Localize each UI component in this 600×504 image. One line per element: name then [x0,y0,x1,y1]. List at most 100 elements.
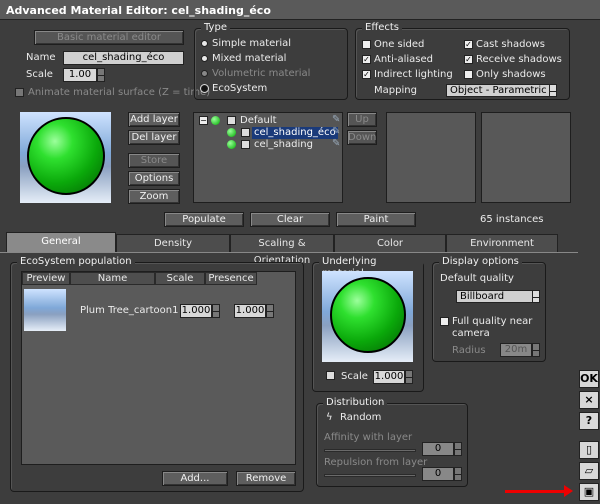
preview-panel-1 [386,112,476,203]
cancel-button[interactable]: × [579,391,599,409]
store-button[interactable]: Store [128,153,180,168]
one-sided-label: One sided [374,39,425,50]
eco-layer-type-icon [241,128,250,137]
eco-row-presence[interactable]: 1.000 [234,304,266,318]
distribution-mode[interactable]: Random [340,412,381,424]
default-quality-label: Default quality [440,273,514,284]
plum-tree-thumbnail[interactable] [24,289,66,331]
tab-density[interactable]: Density [116,234,230,252]
instances-count: 65 instances [480,214,544,225]
scale-label: Scale [26,69,53,80]
full-quality-label: Full quality near camera [452,316,533,339]
affinity-slider[interactable] [324,449,416,452]
quality-select[interactable]: Billboard [456,290,540,303]
eco-population-title: EcoSystem population [17,256,135,268]
repulsion-spinner[interactable] [454,467,462,481]
repulsion-label: Repulsion from layer [324,457,428,468]
radio-simple[interactable] [201,40,208,47]
red-arrow-annotation [505,485,573,497]
layer-type-icon [227,116,236,125]
tab-environment[interactable]: Environment [446,234,558,252]
eco-row-name[interactable]: Plum Tree_cartoon1 [80,305,179,317]
options-button[interactable]: Options [128,171,180,186]
open-folder-icon[interactable]: ▱ [579,462,599,480]
mapping-select[interactable]: Object - Parametric [446,84,552,97]
tab-scaling-orientation[interactable]: Scaling & Orientation [230,234,334,266]
type-option-mixed[interactable]: Mixed material [212,53,286,65]
remove-population-button[interactable]: Remove [236,471,296,486]
window-title: Advanced Material Editor: cel_shading_éc… [0,0,600,20]
column-scale[interactable]: Scale [155,272,205,285]
radio-volumetric [201,70,208,77]
tab-general[interactable]: General [6,232,116,252]
eco-row-presence-spinner[interactable] [266,304,274,318]
radius-spinner [532,343,540,357]
del-layer-button[interactable]: Del layer [128,130,180,145]
type-option-ecosystem[interactable]: EcoSystem [212,83,267,95]
tree-collapse-icon[interactable]: − [199,116,208,125]
basic-material-editor-button[interactable]: Basic material editor [34,30,184,45]
animate-checkbox[interactable] [15,88,24,97]
preview-panel-2 [481,112,571,203]
material-sphere [27,117,105,195]
repulsion-field[interactable]: 0 [422,467,454,481]
one-sided-checkbox[interactable] [362,40,371,49]
default-layer-icon [211,116,220,125]
clear-button[interactable]: Clear [250,212,330,227]
paint-button[interactable]: Paint [336,212,416,227]
receive-shadows-checkbox[interactable]: ✓ [464,55,473,64]
cast-shadows-label: Cast shadows [476,39,545,50]
underlying-scale-spinner[interactable] [405,370,413,384]
save-icon[interactable]: ▣ [579,483,599,501]
tree-root[interactable]: Default [240,115,277,127]
lightning-icon: ϟ [326,412,333,423]
only-shadows-label: Only shadows [476,69,546,80]
add-layer-button[interactable]: Add layer [128,112,180,127]
radio-mixed[interactable] [201,55,208,62]
new-document-icon[interactable]: ▯ [579,441,599,459]
repulsion-slider[interactable] [324,474,416,477]
zoom-button[interactable]: Zoom [128,189,180,204]
scale-field[interactable]: 1.00 [63,68,97,82]
display-options-title: Display options [439,256,522,268]
down-button[interactable]: Down [347,130,377,145]
cel-layer-type-icon [241,140,250,149]
name-label: Name [26,52,56,63]
eco-row-scale-spinner[interactable] [212,304,220,318]
tab-color[interactable]: Color [334,234,446,252]
indirect-lighting-checkbox[interactable]: ✓ [362,70,371,79]
affinity-field[interactable]: 0 [422,442,454,456]
cast-shadows-checkbox[interactable]: ✓ [464,40,473,49]
tree-item-selected[interactable]: cel_shading_éco [252,127,338,139]
anti-aliased-label: Anti-aliased [374,54,434,65]
only-shadows-checkbox[interactable] [464,70,473,79]
edit-pen-icon-root[interactable]: ✎ [332,114,340,125]
column-name[interactable]: Name [70,272,155,285]
add-population-button[interactable]: Add... [162,471,228,486]
eco-row-scale[interactable]: 1.000 [180,304,212,318]
edit-pen-icon[interactable]: ✎ [332,126,340,137]
tree-item[interactable]: cel_shading [254,139,313,151]
up-button[interactable]: Up [347,112,377,127]
anti-aliased-checkbox[interactable]: ✓ [362,55,371,64]
full-quality-checkbox[interactable] [440,317,449,326]
quality-dropdown-icon[interactable] [532,290,540,303]
underlying-scale-field[interactable]: 1.000 [373,370,405,384]
type-option-volumetric: Volumetric material [212,68,311,79]
affinity-spinner[interactable] [454,442,462,456]
distribution-title: Distribution [323,397,388,409]
scale-spinner[interactable] [97,68,105,82]
mapping-dropdown-icon[interactable] [549,84,557,97]
type-option-simple[interactable]: Simple material [212,38,291,50]
ok-button[interactable]: OK [579,370,599,388]
column-preview[interactable]: Preview [22,272,70,285]
receive-shadows-label: Receive shadows [476,54,562,65]
indirect-lighting-label: Indirect lighting [374,69,453,80]
populate-button[interactable]: Populate [164,212,244,227]
help-button[interactable]: ? [579,412,599,430]
column-presence[interactable]: Presence [205,272,257,285]
edit-pen-icon-2[interactable]: ✎ [332,138,340,149]
scale-toggle-icon[interactable] [326,371,335,380]
radio-ecosystem[interactable] [201,85,208,92]
name-field[interactable]: cel_shading_éco [63,51,184,65]
